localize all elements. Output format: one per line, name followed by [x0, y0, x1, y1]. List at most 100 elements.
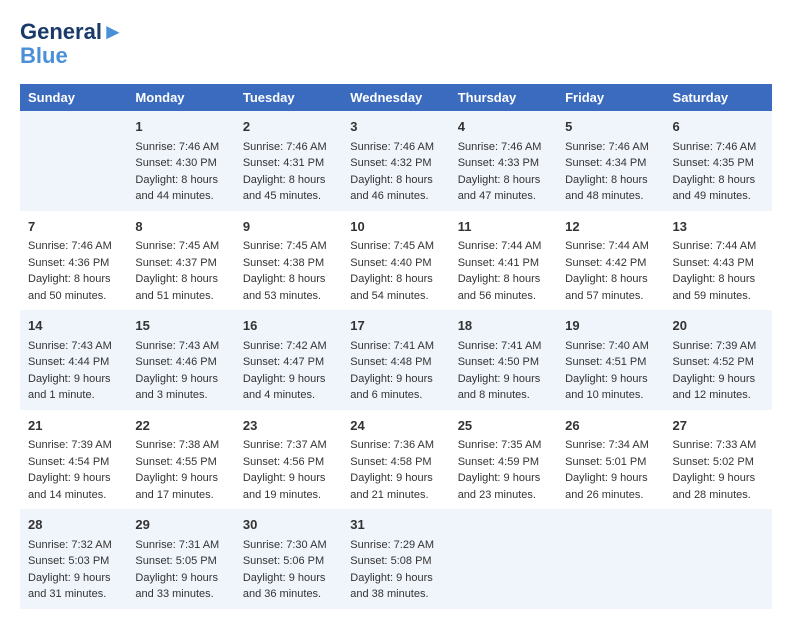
week-row-3: 14Sunrise: 7:43 AMSunset: 4:44 PMDayligh… [20, 310, 772, 410]
day-info: Sunrise: 7:39 AMSunset: 4:54 PMDaylight:… [28, 437, 119, 503]
calendar-cell [665, 509, 772, 609]
day-number: 3 [350, 117, 441, 137]
day-info: Sunrise: 7:46 AMSunset: 4:35 PMDaylight:… [673, 139, 764, 205]
day-info: Sunrise: 7:46 AMSunset: 4:34 PMDaylight:… [565, 139, 656, 205]
calendar-cell: 4Sunrise: 7:46 AMSunset: 4:33 PMDaylight… [450, 111, 557, 211]
day-number: 30 [243, 515, 334, 535]
day-info: Sunrise: 7:41 AMSunset: 4:48 PMDaylight:… [350, 338, 441, 404]
day-number: 28 [28, 515, 119, 535]
calendar-cell: 30Sunrise: 7:30 AMSunset: 5:06 PMDayligh… [235, 509, 342, 609]
day-number: 6 [673, 117, 764, 137]
day-info: Sunrise: 7:35 AMSunset: 4:59 PMDaylight:… [458, 437, 549, 503]
day-info: Sunrise: 7:37 AMSunset: 4:56 PMDaylight:… [243, 437, 334, 503]
day-info: Sunrise: 7:29 AMSunset: 5:08 PMDaylight:… [350, 537, 441, 603]
day-number: 2 [243, 117, 334, 137]
calendar-cell [20, 111, 127, 211]
day-info: Sunrise: 7:45 AMSunset: 4:37 PMDaylight:… [135, 238, 226, 304]
calendar-cell: 27Sunrise: 7:33 AMSunset: 5:02 PMDayligh… [665, 410, 772, 510]
calendar-cell: 20Sunrise: 7:39 AMSunset: 4:52 PMDayligh… [665, 310, 772, 410]
day-header-wednesday: Wednesday [342, 84, 449, 111]
day-info: Sunrise: 7:44 AMSunset: 4:43 PMDaylight:… [673, 238, 764, 304]
calendar-cell: 19Sunrise: 7:40 AMSunset: 4:51 PMDayligh… [557, 310, 664, 410]
calendar-cell: 29Sunrise: 7:31 AMSunset: 5:05 PMDayligh… [127, 509, 234, 609]
day-number: 18 [458, 316, 549, 336]
calendar-cell: 23Sunrise: 7:37 AMSunset: 4:56 PMDayligh… [235, 410, 342, 510]
calendar-cell: 24Sunrise: 7:36 AMSunset: 4:58 PMDayligh… [342, 410, 449, 510]
day-info: Sunrise: 7:34 AMSunset: 5:01 PMDaylight:… [565, 437, 656, 503]
day-number: 12 [565, 217, 656, 237]
day-number: 29 [135, 515, 226, 535]
day-info: Sunrise: 7:40 AMSunset: 4:51 PMDaylight:… [565, 338, 656, 404]
day-number: 1 [135, 117, 226, 137]
day-number: 15 [135, 316, 226, 336]
day-header-tuesday: Tuesday [235, 84, 342, 111]
day-info: Sunrise: 7:38 AMSunset: 4:55 PMDaylight:… [135, 437, 226, 503]
day-number: 4 [458, 117, 549, 137]
day-number: 17 [350, 316, 441, 336]
week-row-2: 7Sunrise: 7:46 AMSunset: 4:36 PMDaylight… [20, 211, 772, 311]
day-number: 22 [135, 416, 226, 436]
day-info: Sunrise: 7:43 AMSunset: 4:46 PMDaylight:… [135, 338, 226, 404]
day-header-sunday: Sunday [20, 84, 127, 111]
day-info: Sunrise: 7:45 AMSunset: 4:38 PMDaylight:… [243, 238, 334, 304]
logo-text: General►Blue [20, 20, 124, 68]
calendar-cell: 25Sunrise: 7:35 AMSunset: 4:59 PMDayligh… [450, 410, 557, 510]
day-header-saturday: Saturday [665, 84, 772, 111]
day-number: 13 [673, 217, 764, 237]
week-row-1: 1Sunrise: 7:46 AMSunset: 4:30 PMDaylight… [20, 111, 772, 211]
calendar-cell: 2Sunrise: 7:46 AMSunset: 4:31 PMDaylight… [235, 111, 342, 211]
day-number: 8 [135, 217, 226, 237]
calendar-cell: 6Sunrise: 7:46 AMSunset: 4:35 PMDaylight… [665, 111, 772, 211]
week-row-5: 28Sunrise: 7:32 AMSunset: 5:03 PMDayligh… [20, 509, 772, 609]
day-header-monday: Monday [127, 84, 234, 111]
day-info: Sunrise: 7:46 AMSunset: 4:36 PMDaylight:… [28, 238, 119, 304]
day-info: Sunrise: 7:39 AMSunset: 4:52 PMDaylight:… [673, 338, 764, 404]
calendar-cell: 31Sunrise: 7:29 AMSunset: 5:08 PMDayligh… [342, 509, 449, 609]
calendar-table: SundayMondayTuesdayWednesdayThursdayFrid… [20, 84, 772, 609]
day-info: Sunrise: 7:36 AMSunset: 4:58 PMDaylight:… [350, 437, 441, 503]
calendar-cell: 11Sunrise: 7:44 AMSunset: 4:41 PMDayligh… [450, 211, 557, 311]
day-info: Sunrise: 7:43 AMSunset: 4:44 PMDaylight:… [28, 338, 119, 404]
calendar-cell: 17Sunrise: 7:41 AMSunset: 4:48 PMDayligh… [342, 310, 449, 410]
day-number: 31 [350, 515, 441, 535]
page-header: General►Blue [20, 20, 772, 68]
calendar-cell: 5Sunrise: 7:46 AMSunset: 4:34 PMDaylight… [557, 111, 664, 211]
day-info: Sunrise: 7:44 AMSunset: 4:42 PMDaylight:… [565, 238, 656, 304]
calendar-cell: 7Sunrise: 7:46 AMSunset: 4:36 PMDaylight… [20, 211, 127, 311]
calendar-cell: 22Sunrise: 7:38 AMSunset: 4:55 PMDayligh… [127, 410, 234, 510]
calendar-cell [557, 509, 664, 609]
calendar-cell: 28Sunrise: 7:32 AMSunset: 5:03 PMDayligh… [20, 509, 127, 609]
calendar-cell: 18Sunrise: 7:41 AMSunset: 4:50 PMDayligh… [450, 310, 557, 410]
calendar-cell: 14Sunrise: 7:43 AMSunset: 4:44 PMDayligh… [20, 310, 127, 410]
calendar-cell: 26Sunrise: 7:34 AMSunset: 5:01 PMDayligh… [557, 410, 664, 510]
day-number: 10 [350, 217, 441, 237]
day-info: Sunrise: 7:41 AMSunset: 4:50 PMDaylight:… [458, 338, 549, 404]
day-info: Sunrise: 7:42 AMSunset: 4:47 PMDaylight:… [243, 338, 334, 404]
day-info: Sunrise: 7:45 AMSunset: 4:40 PMDaylight:… [350, 238, 441, 304]
day-number: 25 [458, 416, 549, 436]
day-number: 19 [565, 316, 656, 336]
day-number: 23 [243, 416, 334, 436]
day-info: Sunrise: 7:46 AMSunset: 4:32 PMDaylight:… [350, 139, 441, 205]
day-number: 9 [243, 217, 334, 237]
day-number: 11 [458, 217, 549, 237]
day-number: 20 [673, 316, 764, 336]
day-number: 21 [28, 416, 119, 436]
calendar-cell [450, 509, 557, 609]
day-info: Sunrise: 7:46 AMSunset: 4:33 PMDaylight:… [458, 139, 549, 205]
calendar-cell: 15Sunrise: 7:43 AMSunset: 4:46 PMDayligh… [127, 310, 234, 410]
day-info: Sunrise: 7:46 AMSunset: 4:31 PMDaylight:… [243, 139, 334, 205]
calendar-cell: 12Sunrise: 7:44 AMSunset: 4:42 PMDayligh… [557, 211, 664, 311]
day-info: Sunrise: 7:32 AMSunset: 5:03 PMDaylight:… [28, 537, 119, 603]
day-info: Sunrise: 7:33 AMSunset: 5:02 PMDaylight:… [673, 437, 764, 503]
calendar-cell: 21Sunrise: 7:39 AMSunset: 4:54 PMDayligh… [20, 410, 127, 510]
day-info: Sunrise: 7:30 AMSunset: 5:06 PMDaylight:… [243, 537, 334, 603]
day-number: 16 [243, 316, 334, 336]
day-number: 14 [28, 316, 119, 336]
calendar-cell: 8Sunrise: 7:45 AMSunset: 4:37 PMDaylight… [127, 211, 234, 311]
day-number: 26 [565, 416, 656, 436]
logo: General►Blue [20, 20, 124, 68]
calendar-cell: 10Sunrise: 7:45 AMSunset: 4:40 PMDayligh… [342, 211, 449, 311]
day-info: Sunrise: 7:46 AMSunset: 4:30 PMDaylight:… [135, 139, 226, 205]
day-header-friday: Friday [557, 84, 664, 111]
